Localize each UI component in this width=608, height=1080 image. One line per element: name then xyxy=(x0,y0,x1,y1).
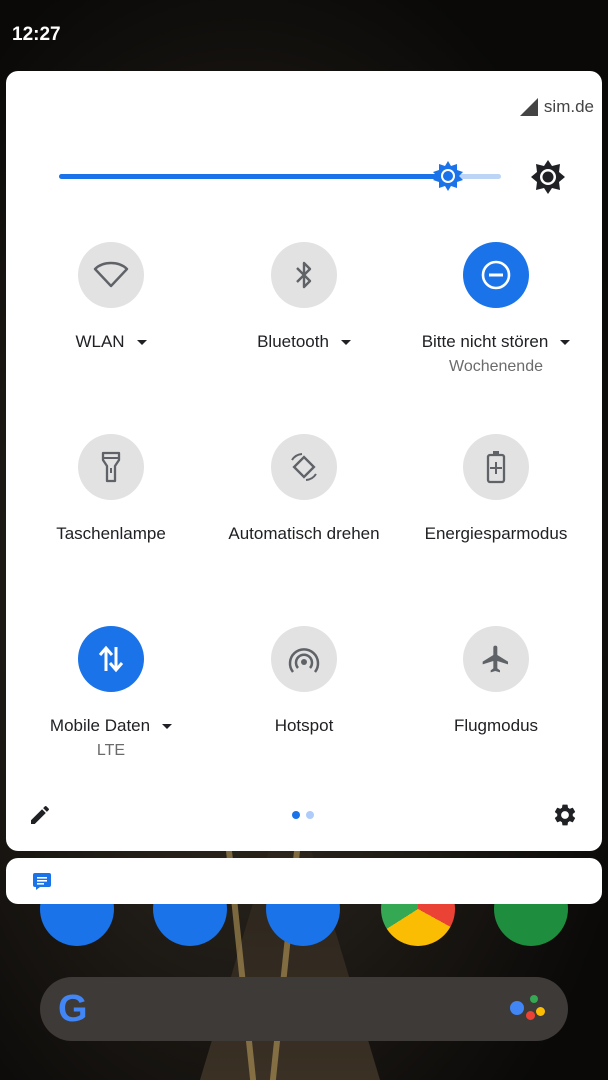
tile-label-row: Automatisch drehen xyxy=(206,524,402,544)
mobile-data-icon[interactable] xyxy=(78,626,144,692)
tile-automatisch-drehen[interactable]: Automatisch drehen xyxy=(206,434,402,544)
google-search-bar[interactable]: G xyxy=(40,977,568,1041)
tile-secondary-label: Wochenende xyxy=(449,358,543,375)
bluetooth-icon[interactable] xyxy=(271,242,337,308)
brightness-slider[interactable] xyxy=(59,161,501,191)
tile-label: Flugmodus xyxy=(453,716,539,735)
signal-icon xyxy=(519,98,538,116)
tile-label-row: WLAN xyxy=(13,332,209,352)
dropdown-caret-icon[interactable] xyxy=(136,339,147,345)
quick-settings-panel: sim.de WLAN Bluetooth Bitte nicht stören Wo… xyxy=(6,71,602,851)
tile-label: Mobile Daten xyxy=(49,716,151,735)
tile-label-row: Bitte nicht stören xyxy=(398,332,594,352)
tile-wlan[interactable]: WLAN xyxy=(13,242,209,352)
page-dot-active xyxy=(292,811,300,819)
status-time: 12:27 xyxy=(12,24,61,45)
airplane-icon[interactable] xyxy=(463,626,529,692)
tile-label-row: Bluetooth xyxy=(206,332,402,352)
do-not-disturb-icon[interactable] xyxy=(463,242,529,308)
tile-label: Hotspot xyxy=(274,716,334,735)
wifi-icon[interactable] xyxy=(78,242,144,308)
brightness-slider-fill xyxy=(59,174,448,179)
tile-label: Bluetooth xyxy=(257,332,329,351)
tile-label-row: Taschenlampe xyxy=(13,524,209,544)
dropdown-caret-icon[interactable] xyxy=(560,339,571,345)
notification-card[interactable] xyxy=(6,858,602,904)
page-dot xyxy=(306,811,314,819)
tile-energiesparmodus[interactable]: Energiesparmodus xyxy=(398,434,594,544)
carrier-name: sim.de xyxy=(543,97,594,116)
tile-label-row: Hotspot xyxy=(206,716,402,736)
brightness-settings-icon[interactable] xyxy=(530,159,566,195)
edit-pencil-icon[interactable] xyxy=(28,803,52,827)
auto-rotate-icon[interactable] xyxy=(271,434,337,500)
tile-label: Taschenlampe xyxy=(56,524,166,543)
page-indicator xyxy=(292,811,314,819)
tile-label-row: Flugmodus xyxy=(398,716,594,736)
settings-gear-icon[interactable] xyxy=(552,802,578,828)
flashlight-icon[interactable] xyxy=(78,434,144,500)
tile-label: WLAN xyxy=(75,332,125,351)
tile-label-row: Mobile Daten xyxy=(13,716,209,736)
battery-saver-icon[interactable] xyxy=(463,434,529,500)
tile-label: Automatisch drehen xyxy=(228,524,380,543)
brightness-thumb-icon[interactable] xyxy=(433,161,463,191)
tile-bitte-nicht-stören[interactable]: Bitte nicht stören Wochenende xyxy=(398,242,594,376)
tile-secondary-label: LTE xyxy=(96,742,126,759)
google-logo-icon: G xyxy=(58,988,88,1030)
tile-label: Energiesparmodus xyxy=(424,524,568,543)
tile-label: Bitte nicht stören xyxy=(421,332,549,351)
carrier-info: sim.de xyxy=(519,97,594,117)
messages-notification-icon xyxy=(33,873,51,890)
tile-taschenlampe[interactable]: Taschenlampe xyxy=(13,434,209,544)
dropdown-caret-icon[interactable] xyxy=(340,339,351,345)
tile-hotspot[interactable]: Hotspot xyxy=(206,626,402,736)
tile-label-row: Energiesparmodus xyxy=(398,524,594,544)
dropdown-caret-icon[interactable] xyxy=(162,723,173,729)
tile-mobile-daten[interactable]: Mobile Daten LTE xyxy=(13,626,209,760)
tile-flugmodus[interactable]: Flugmodus xyxy=(398,626,594,736)
hotspot-icon[interactable] xyxy=(271,626,337,692)
tile-bluetooth[interactable]: Bluetooth xyxy=(206,242,402,352)
assistant-icon[interactable] xyxy=(510,995,546,1025)
